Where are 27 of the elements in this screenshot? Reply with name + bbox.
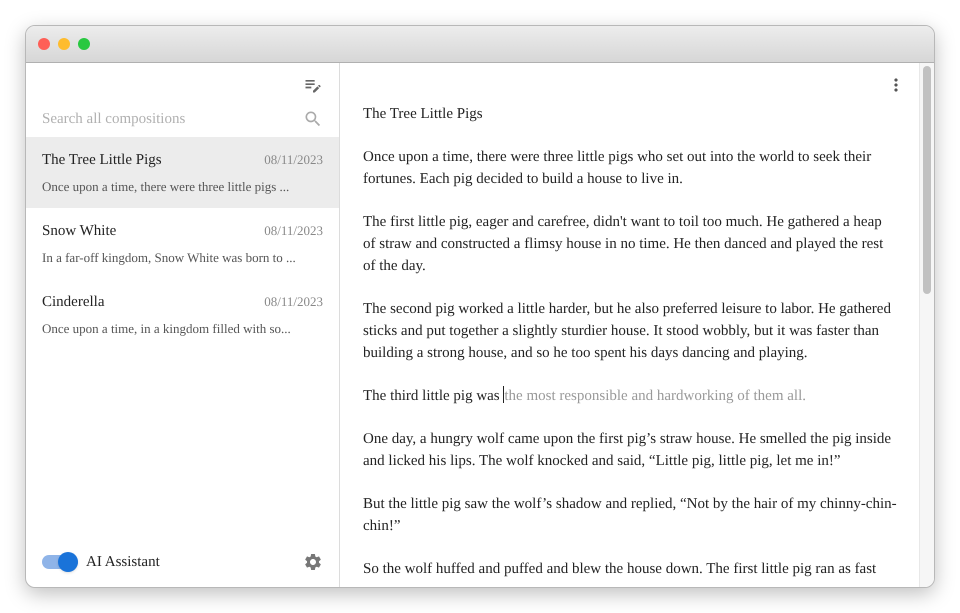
editor-paragraph: So the wolf huffed and puffed and blew the house down. The first little pig ran as fast [363, 560, 878, 579]
composition-title: The Tree Little Pigs [42, 150, 162, 170]
search-field[interactable]: Search all compositions [42, 108, 303, 130]
editor-paragraph: The third little pig was the most responsible and hardworking of them all. [363, 385, 807, 406]
minimize-window-button[interactable] [58, 38, 70, 50]
composition-preview: Once upon a time, in a kingdom filled with so... [42, 320, 292, 338]
editor-paragraph: But the little pig saw the wolf’s shadow and replied, “Not by the hair of my chinny-chin-chin!” [363, 495, 897, 536]
composition-date: 08/11/2023 [264, 150, 323, 168]
composition-list-item[interactable]: The Tree Little Pigs 08/11/2023 Once upon a time, there were three little pigs ... [26, 137, 339, 208]
editor-paragraph: The first little pig, eager and carefree, didn't want to toil too much. He gathered a heap of straw and constructed a flimsy house in no time. He then danced and played the rest of the day. [363, 213, 884, 276]
editor-paragraph: Once upon a time, there were three little pigs who set out into the world to seek their fortunes. Each pig decided to build a house to live in. [363, 148, 872, 189]
settings-icon[interactable] [303, 552, 323, 572]
composition-title: Cinderella [42, 292, 104, 312]
composition-date: 08/11/2023 [264, 222, 323, 240]
scrollbar-thumb[interactable] [923, 66, 931, 294]
composition-title: Snow White [42, 222, 116, 240]
editor-paragraph: One day, a hungry wolf came upon the first pig’s straw house. He smelled the pig inside and licked his lips. The wolf knocked and said, “Little pig, little pig, let me in!” [363, 430, 892, 471]
editor-paragraph: The second pig worked a little harder, but he also preferred leisure to labor. He gathered sticks and put together a slightly sturdier house. It stood wobbly, but it was faster than building a strong house, and so he too spent his days dancing and playing. [363, 300, 892, 363]
zoom-window-button[interactable] [78, 38, 90, 50]
composition-preview: In a far-off kingdom, Snow White was born to ... [42, 249, 297, 267]
editor-paragraph: The Tree Little Pigs [363, 105, 484, 124]
composition-date: 08/11/2023 [264, 292, 323, 310]
assistant-toggle[interactable] [42, 552, 78, 572]
composition-preview: Once upon a time, there were three little pigs ... [42, 178, 290, 196]
close-window-button[interactable] [38, 38, 50, 50]
search-icon[interactable] [303, 109, 323, 129]
assistant-label: AI Assistant [86, 552, 161, 572]
